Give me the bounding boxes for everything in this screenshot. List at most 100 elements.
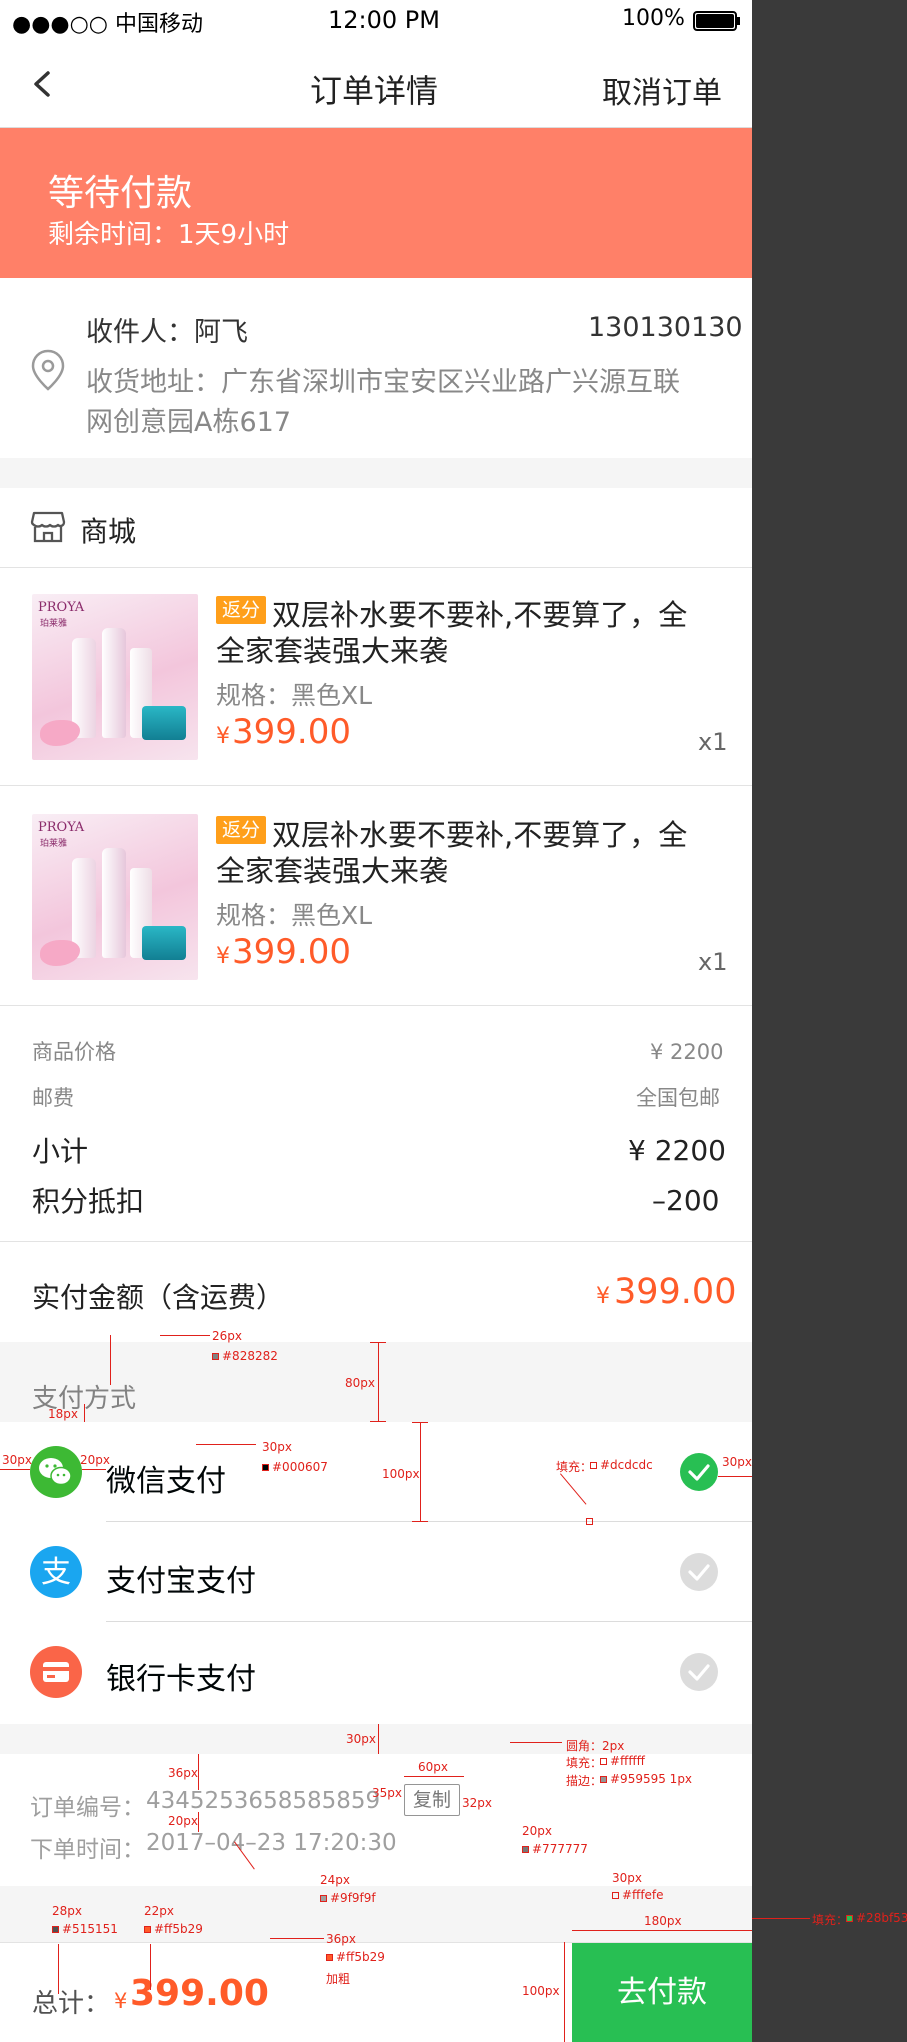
order-time: 2017–04–23 17:20:30 bbox=[146, 1830, 397, 1856]
annotation-text: 22px bbox=[144, 1904, 174, 1918]
shipping-label: 邮费 bbox=[32, 1086, 74, 1110]
subtotal-value: ¥ 2200 bbox=[628, 1134, 726, 1167]
payment-option-wechat[interactable]: 微信支付 bbox=[0, 1422, 752, 1522]
annotation-text: 100px bbox=[522, 1984, 560, 1998]
annotation-text: #ff5b29 bbox=[154, 1922, 203, 1936]
cancel-order-button[interactable]: 取消订单 bbox=[602, 68, 722, 112]
annotation-text: #28bf53 bbox=[856, 1911, 907, 1925]
annotation-text: 30px bbox=[262, 1440, 292, 1454]
annotation-text: #ff5b29 bbox=[144, 1922, 203, 1936]
product-price: 399.00 bbox=[232, 932, 351, 972]
paid-amount-row: 实付金额（含运费） ¥ 399.00 bbox=[0, 1242, 752, 1342]
address-line-1: 收货地址：广东省深圳市宝安区兴业路广兴源互联 bbox=[86, 367, 680, 398]
annotation-text: #828282 bbox=[222, 1349, 278, 1363]
location-pin-icon bbox=[30, 348, 66, 392]
annotation-text: 填充： bbox=[812, 1913, 849, 1927]
remaining-time: 剩余时间：1天9小时 bbox=[48, 220, 290, 250]
product-quantity: x1 bbox=[698, 728, 728, 756]
battery-icon bbox=[693, 11, 740, 31]
annotation-text: #515151 bbox=[62, 1922, 118, 1936]
annotation-text: 填充： bbox=[556, 1460, 593, 1474]
points-deduction-value: –200 bbox=[652, 1184, 720, 1217]
order-status-banner: 等待付款 剩余时间：1天9小时 bbox=[0, 128, 752, 278]
annotation-text: #fffefe bbox=[612, 1888, 664, 1902]
annotation-text: 20px bbox=[522, 1824, 552, 1838]
check-selected-icon[interactable] bbox=[680, 1453, 718, 1491]
annotation-text: #777777 bbox=[532, 1842, 588, 1856]
wechat-icon bbox=[30, 1446, 82, 1498]
status-bar: ●●●○○ 中国移动 12:00 PM 100% bbox=[0, 0, 752, 40]
goods-price-label: 商品价格 bbox=[32, 1040, 116, 1064]
battery-percent: 100% bbox=[622, 6, 685, 31]
receiver-name: 收件人：阿飞 bbox=[86, 317, 248, 348]
payment-label-alipay: 支付宝支付 bbox=[106, 1564, 256, 1599]
nav-bar: 订单详情 取消订单 bbox=[0, 40, 752, 128]
annotation-text: #959595 1px bbox=[610, 1772, 693, 1786]
receiver-phone: 130130130 bbox=[588, 312, 743, 343]
payment-label-wechat: 微信支付 bbox=[106, 1464, 226, 1499]
goods-price-value: ¥ 2200 bbox=[650, 1040, 724, 1064]
product-title-line-2: 全家套装强大来袭 bbox=[216, 634, 449, 668]
annotation-text: 36px bbox=[168, 1766, 198, 1780]
clock-label: 12:00 PM bbox=[328, 6, 440, 34]
store-icon bbox=[30, 510, 66, 544]
annotation-text: 26px bbox=[212, 1329, 242, 1343]
pay-now-button[interactable]: 去付款 bbox=[572, 1943, 752, 2042]
payment-label-bank-card: 银行卡支付 bbox=[106, 1662, 256, 1697]
chevron-left-icon[interactable] bbox=[26, 64, 66, 104]
payment-option-bank-card[interactable]: 银行卡支付 bbox=[0, 1622, 752, 1722]
alipay-icon: 支 bbox=[30, 1546, 82, 1598]
shipping-value: 全国包邮 bbox=[636, 1086, 720, 1110]
address-line-2: 网创意园A栋617 bbox=[86, 407, 292, 438]
annotation-text: #dcdcdc bbox=[600, 1458, 653, 1472]
shop-name: 商城 bbox=[80, 515, 137, 548]
svg-text:支: 支 bbox=[41, 1555, 71, 1590]
product-quantity: x1 bbox=[698, 948, 728, 976]
product-jar bbox=[142, 706, 186, 740]
annotation-text: #9f9f9f bbox=[320, 1891, 376, 1905]
annotation-text: #000607 bbox=[272, 1460, 328, 1474]
annotation-text: 100px bbox=[382, 1467, 420, 1481]
shop-header[interactable]: 商城 bbox=[0, 488, 752, 568]
annotation-text: 32px bbox=[462, 1796, 492, 1810]
annotation-text: 28px bbox=[52, 1904, 82, 1918]
annotation-text: 30px bbox=[2, 1453, 32, 1467]
order-number-label: 订单编号： bbox=[30, 1795, 145, 1821]
annotation-text: #ff5b29 bbox=[336, 1950, 385, 1964]
paid-amount-label: 实付金额（含运费） bbox=[32, 1281, 285, 1314]
annotation-text: 20px bbox=[168, 1814, 198, 1828]
product-spec: 规格：黑色XL bbox=[216, 901, 373, 930]
product-price: 399.00 bbox=[232, 712, 351, 752]
total-currency: ¥ bbox=[114, 1989, 128, 2013]
points-deduction-label: 积分抵扣 bbox=[32, 1185, 145, 1218]
annotation-text: 圆角：2px bbox=[566, 1739, 625, 1753]
subtotal-label: 小计 bbox=[32, 1135, 89, 1168]
annotation-text: 18px bbox=[48, 1407, 78, 1421]
check-unselected-icon[interactable] bbox=[680, 1553, 718, 1591]
brand-logo: PROYA bbox=[38, 820, 85, 835]
order-time-label: 下单时间： bbox=[30, 1837, 145, 1863]
product-item[interactable]: PROYA 珀莱雅 返分 双层补水要不要补,不要算了，全 全家套装强大来袭 规格… bbox=[0, 568, 752, 786]
price-currency: ¥ bbox=[216, 724, 230, 749]
petal-decoration bbox=[40, 940, 80, 966]
annotation-text: 30px bbox=[346, 1732, 376, 1746]
annotation-text: #828282 bbox=[212, 1349, 278, 1363]
annotation-text: #dcdcdc bbox=[590, 1458, 653, 1472]
annotation-text: 描边： bbox=[566, 1774, 603, 1788]
annotation-text: #fffefe bbox=[622, 1888, 664, 1902]
annotation-text: #ffffff bbox=[600, 1754, 645, 1768]
annotation-text: 180px bbox=[644, 1914, 682, 1928]
annotation-text: 加粗 bbox=[326, 1972, 351, 1986]
copy-button[interactable]: 复制 bbox=[404, 1784, 460, 1816]
annotation-text: 60px bbox=[418, 1760, 448, 1774]
phone-screen: ●●●○○ 中国移动 12:00 PM 100% 订单详情 取消订单 等待付款 … bbox=[0, 0, 752, 2042]
annotation-text: 35px bbox=[372, 1786, 402, 1800]
rebate-badge: 返分 bbox=[216, 596, 266, 624]
product-thumbnail: PROYA 珀莱雅 bbox=[32, 814, 198, 980]
annotation-text: 30px bbox=[612, 1871, 642, 1885]
check-unselected-icon[interactable] bbox=[680, 1653, 718, 1691]
product-item[interactable]: PROYA 珀莱雅 返分 双层补水要不要补,不要算了，全 全家套装强大来袭 规格… bbox=[0, 786, 752, 1006]
product-bottle bbox=[102, 628, 126, 738]
address-card[interactable]: 收件人：阿飞 130130130 收货地址：广东省深圳市宝安区兴业路广兴源互联 … bbox=[0, 278, 752, 458]
payment-option-alipay[interactable]: 支 支付宝支付 bbox=[0, 1522, 752, 1622]
